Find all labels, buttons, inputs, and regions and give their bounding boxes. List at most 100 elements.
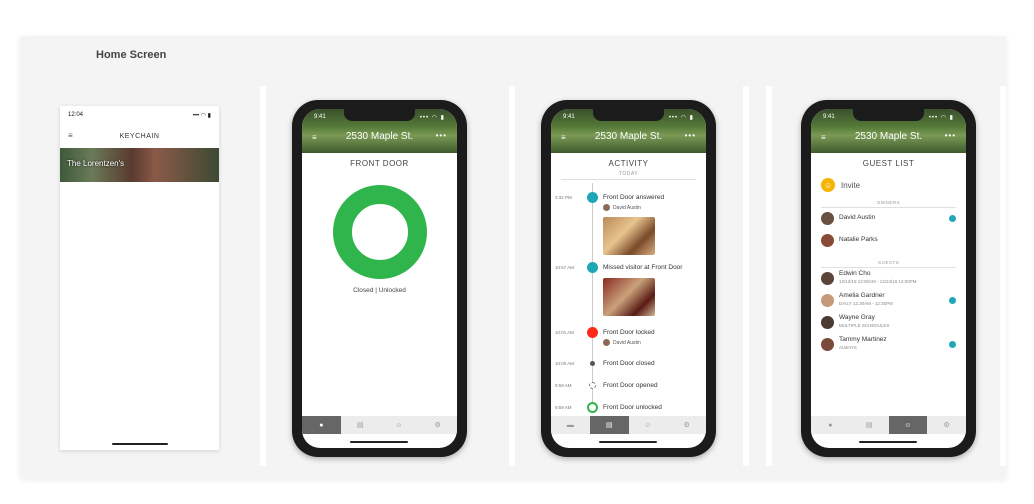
section-title: FRONT DOOR [350, 159, 409, 168]
tab-guests[interactable]: ☺ [629, 416, 668, 434]
section-title: ACTIVITY [608, 159, 649, 168]
home-card-label: The Lorentzen's [67, 159, 125, 168]
more-icon[interactable]: ••• [685, 131, 696, 140]
notch [853, 109, 924, 121]
tab-bar: ● ▤ ☺ ⚙ [302, 416, 457, 434]
screen: 9:41 ••• ◠ ▮ ≡ 2530 Maple St. ••• ACTIVI… [551, 109, 706, 448]
timeline-line [592, 183, 593, 413]
event-time: 10:57 AM [555, 265, 575, 270]
screen: 9:41 ••• ◠ ▮ ≡ 2530 Maple St. ••• FRONT … [302, 109, 457, 448]
guest-name: Edwin Cho [839, 270, 871, 277]
address-title: 2530 Maple St. [594, 131, 663, 142]
more-icon[interactable]: ••• [945, 131, 956, 140]
column-divider [509, 86, 515, 466]
snapshot-thumbnail[interactable] [603, 217, 655, 255]
lock-icon [587, 327, 598, 338]
keychain-screen: 12:04 ••• ◠ ▮ ≡ KEYCHAIN The Lorentzen's [60, 106, 219, 450]
status-time: 9:41 [563, 114, 575, 120]
column-divider [1000, 86, 1006, 466]
avatar [603, 204, 610, 211]
event-time: 9:59 AM [555, 383, 572, 388]
guests-icon: ☺ [644, 421, 652, 429]
notch [593, 109, 664, 121]
guest-name: Tammy Martinez [839, 336, 887, 343]
tab-settings[interactable]: ⚙ [927, 416, 966, 434]
guests-label: GUESTS [877, 260, 900, 265]
home-indicator [350, 441, 408, 443]
lock-status-text: Closed | Unlocked [353, 287, 406, 294]
video-access-icon [949, 297, 956, 304]
guest-name: Natalie Parks [839, 236, 878, 243]
opened-icon [589, 382, 596, 389]
status-time: 9:41 [314, 114, 326, 120]
home-icon: ● [828, 421, 833, 429]
guest-row[interactable]: Edwin Cho 12/12/16 12:00AM - 12/24/16 12… [821, 268, 956, 290]
phone-activity: 9:41 ••• ◠ ▮ ≡ 2530 Maple St. ••• ACTIVI… [541, 100, 716, 457]
event-time: 10:01 AM [555, 330, 575, 335]
status-time: 12:04 [68, 112, 84, 118]
column-divider [743, 86, 749, 466]
invite-label: Invite [841, 180, 861, 190]
guest-row[interactable]: Tammy Martinez ALWAYS [821, 334, 956, 356]
snapshot-thumbnail[interactable] [603, 278, 655, 316]
guest-row[interactable]: Wayne Gray MULTIPLE SCHEDULES [821, 312, 956, 334]
tab-activity[interactable]: ▤ [850, 416, 889, 434]
tab-home[interactable]: ● [302, 416, 341, 434]
guest-schedule: DAILY 12:30AM - 12:30PM [839, 301, 893, 306]
event-user-name: David Austin [613, 204, 641, 211]
activity-icon: ▤ [605, 422, 613, 429]
home-card[interactable]: The Lorentzen's [60, 148, 219, 182]
video-icon [587, 262, 598, 273]
screen: 9:41 ••• ◠ ▮ ≡ 2530 Maple St. ••• GUEST … [811, 109, 966, 448]
event-label: Front Door unlocked [603, 404, 662, 411]
avatar [821, 212, 834, 225]
guest-schedule: 12/12/16 12:00AM - 12/24/16 12:00PM [839, 279, 917, 284]
status-time: 9:41 [823, 114, 835, 120]
status-icons: ••• ◠ ▮ [668, 115, 694, 121]
column-divider [766, 86, 772, 466]
menu-icon[interactable]: ≡ [68, 131, 73, 140]
nav-title: KEYCHAIN [119, 132, 160, 140]
tab-settings[interactable]: ⚙ [418, 416, 457, 434]
video-access-icon [949, 215, 956, 222]
tab-guests[interactable]: ☺ [888, 416, 928, 434]
guest-name: Wayne Gray [839, 314, 875, 321]
activity-icon: ▤ [356, 422, 364, 429]
guest-name: Amelia Gardner [839, 292, 885, 299]
address-title: 2530 Maple St. [345, 131, 414, 142]
more-icon[interactable]: ••• [436, 131, 447, 140]
guest-name: David Austin [839, 214, 876, 221]
guest-schedule: MULTIPLE SCHEDULES [839, 323, 890, 328]
tab-settings[interactable]: ⚙ [667, 416, 706, 434]
event-label: Front Door answered [603, 194, 665, 201]
closed-icon [590, 361, 595, 366]
activity-icon: ▤ [865, 422, 873, 429]
guest-row[interactable]: Natalie Parks [821, 230, 956, 252]
guests-icon: ☺ [395, 421, 403, 429]
status-icons: ••• ◠ ▮ [419, 115, 445, 121]
event-time: 9:59 AM [555, 405, 572, 410]
tab-guests[interactable]: ☺ [380, 416, 419, 434]
event-label: Missed visitor at Front Door [603, 264, 683, 271]
guest-row[interactable]: David Austin [821, 208, 956, 230]
lock-status-ring[interactable] [333, 185, 427, 279]
status-icons: ••• ◠ ▮ [928, 115, 954, 121]
guests-icon: ☺ [904, 421, 912, 429]
phone-front-door: 9:41 ••• ◠ ▮ ≡ 2530 Maple St. ••• FRONT … [292, 100, 467, 457]
tab-home[interactable]: ● [811, 416, 850, 434]
tab-activity[interactable]: ▤ [589, 416, 629, 434]
tab-activity[interactable]: ▤ [341, 416, 380, 434]
gear-icon: ⚙ [943, 422, 950, 429]
tab-video[interactable]: ▬ [551, 416, 590, 434]
avatar [821, 272, 834, 285]
address-title: 2530 Maple St. [854, 131, 923, 142]
tab-bar: ● ▤ ☺ ⚙ [811, 416, 966, 434]
status-icons: ••• ◠ ▮ [192, 112, 211, 119]
unlock-icon [587, 402, 598, 413]
invite-button[interactable]: ☺ Invite [821, 178, 966, 192]
owners-label: OWNERS [876, 200, 901, 205]
video-icon: ▬ [566, 421, 574, 429]
avatar [603, 339, 610, 346]
video-access-icon [949, 341, 956, 348]
guest-row[interactable]: Amelia Gardner DAILY 12:30AM - 12:30PM [821, 290, 956, 312]
